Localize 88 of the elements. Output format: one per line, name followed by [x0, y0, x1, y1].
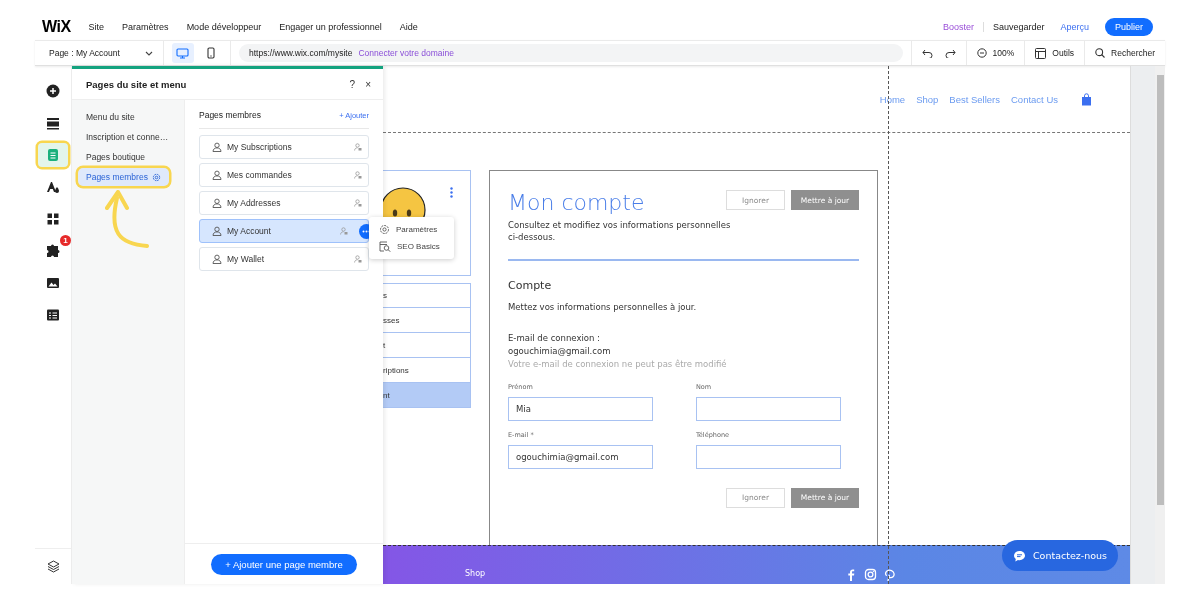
login-label: E-mail de connexion :: [508, 331, 601, 345]
undo-icon[interactable]: [921, 48, 933, 58]
kebab-icon[interactable]: [450, 187, 453, 198]
search-button[interactable]: Rechercher: [1084, 41, 1165, 65]
sections-icon: [46, 116, 60, 130]
member-menu-item[interactable]: s: [383, 283, 471, 308]
member-lock-icon: [354, 199, 362, 207]
save-link[interactable]: Sauvegarder: [983, 22, 1061, 32]
person-icon: [212, 226, 222, 236]
login-email: ogouchimia@gmail.com: [508, 344, 612, 358]
text-field[interactable]: ogouchimia@gmail.com: [508, 444, 653, 469]
intro-text: Consultez et modifiez vos informations personnelles ci-dessous.: [508, 219, 732, 243]
category-item[interactable]: Pages membres: [78, 168, 169, 186]
search-icon: [1095, 48, 1106, 58]
gear-icon: [151, 172, 161, 182]
publish-button[interactable]: Publier: [1105, 18, 1153, 36]
text-field[interactable]: Mia: [508, 396, 653, 421]
zoom-level[interactable]: 100%: [992, 48, 1015, 58]
section-heading: Compte: [508, 278, 553, 292]
tools-button[interactable]: Outils: [1024, 41, 1085, 65]
table-icon: [46, 308, 60, 322]
gear-icon: [379, 224, 390, 235]
category-item[interactable]: Inscription et conne…: [78, 128, 177, 146]
person-icon: [212, 142, 222, 152]
notification-badge: 1: [60, 235, 71, 246]
member-lock-icon: [354, 143, 362, 151]
member-menu-item[interactable]: nt: [383, 383, 471, 408]
contact-chat-button[interactable]: Contactez-nous: [1002, 540, 1118, 571]
panel-title: Pages du site et menu: [86, 78, 188, 90]
menu-item[interactable]: Engager un professionnel: [279, 22, 382, 32]
section-title: Pages membres: [199, 110, 261, 120]
close-button[interactable]: ×: [365, 78, 371, 90]
member-lock-icon: [340, 227, 348, 235]
footer-link[interactable]: Shop: [465, 569, 486, 578]
add-page-button[interactable]: + Ajouter une page membre: [211, 553, 357, 575]
url-field[interactable]: https://www.wix.com/mysite Connecter votre domaine: [239, 44, 903, 62]
login-note: Votre e-mail de connexion ne peut pas être modifié: [508, 357, 728, 371]
connect-domain-link[interactable]: Connecter votre domaine: [358, 48, 454, 58]
layers-icon[interactable]: [46, 560, 60, 573]
wix-logo[interactable]: WiX: [42, 18, 71, 36]
url-text: https://www.wix.com/mysite: [249, 48, 353, 58]
redo-icon[interactable]: [944, 48, 956, 58]
image-icon: [46, 276, 60, 290]
section-subtitle: Mettez vos informations personnelles à jour.: [508, 301, 698, 312]
chat-bubble-icon: [1013, 549, 1026, 562]
menu-option[interactable]: Paramètres: [369, 221, 454, 238]
page-row[interactable]: Mes commandes: [199, 163, 369, 187]
form-title: Mon compte: [508, 190, 645, 215]
booster-link[interactable]: Booster: [942, 22, 984, 32]
text-field[interactable]: [696, 444, 841, 469]
member-menu-item[interactable]: t: [383, 333, 471, 358]
pinterest-icon[interactable]: [883, 568, 897, 581]
add-icon: [46, 84, 60, 98]
text-field[interactable]: [696, 396, 841, 421]
page-icon: [46, 148, 60, 162]
design-icon: [46, 180, 60, 194]
page-row[interactable]: My Wallet: [199, 247, 369, 271]
zoom-out-icon[interactable]: [976, 48, 987, 58]
phone-icon: [207, 47, 215, 59]
member-lock-icon: [354, 171, 362, 179]
scrollbar[interactable]: [1155, 66, 1165, 584]
member-lock-icon: [354, 255, 362, 263]
puzzle-icon: [46, 244, 60, 258]
menu-option[interactable]: SEO Basics: [369, 238, 454, 255]
apps-grid-icon: [46, 212, 60, 226]
annotation-arrow: [105, 190, 149, 248]
member-menu-item[interactable]: sses: [383, 308, 471, 333]
category-item[interactable]: Menu du site: [78, 108, 143, 126]
menu-item[interactable]: Paramètres: [122, 22, 169, 32]
person-icon: [212, 254, 222, 264]
preview-link[interactable]: Aperçu: [1060, 22, 1089, 32]
menu-item[interactable]: Site: [88, 22, 105, 32]
category-item[interactable]: Pages boutique: [78, 148, 154, 166]
panel-layout-icon: [1035, 47, 1047, 59]
help-button[interactable]: ?: [349, 78, 356, 90]
page-search-icon: [379, 241, 391, 252]
monitor-icon: [176, 47, 190, 59]
menu-item[interactable]: Mode développeur: [186, 22, 262, 32]
person-icon: [212, 170, 222, 180]
instagram-icon[interactable]: [864, 568, 878, 581]
page-row[interactable]: My Account: [199, 219, 369, 243]
page-row[interactable]: My Subscriptions: [199, 135, 369, 159]
page-row[interactable]: My Addresses: [199, 191, 369, 215]
person-icon: [212, 198, 222, 208]
menu-item[interactable]: Aide: [399, 22, 418, 32]
shopping-bag-icon[interactable]: [1081, 92, 1092, 106]
chevron-down-icon: [145, 50, 153, 56]
page-dropdown[interactable]: Page : My Account: [35, 41, 164, 65]
